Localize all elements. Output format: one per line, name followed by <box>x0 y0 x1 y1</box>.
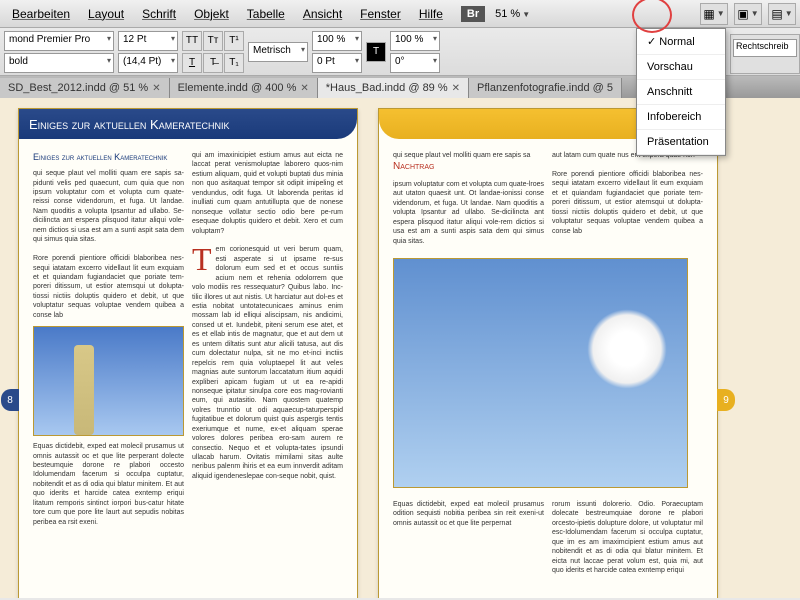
close-icon[interactable]: ✕ <box>300 83 308 94</box>
body-text: qui seque plaut vel molliti quam ere sap… <box>33 169 184 245</box>
image-frame-wide[interactable]: ⊕ <box>393 258 688 488</box>
superscript-icon[interactable]: T¹ <box>224 31 244 51</box>
screen-mode-dropdown: Normal Vorschau Anschnitt Infobereich Pr… <box>636 28 726 156</box>
text-color-icon[interactable]: T <box>366 42 386 62</box>
font-size-combo[interactable]: 12 Pt <box>118 31 178 51</box>
mode-praesentation[interactable]: Präsentation <box>637 130 725 155</box>
tab-haus-bad[interactable]: *Haus_Bad.indd @ 89 %✕ <box>318 78 469 98</box>
image-frame[interactable]: ⊕ <box>33 326 184 436</box>
right-page[interactable]: 9 Nachtrag qui seque plaut vel molliti q… <box>378 108 718 598</box>
body-text: qui seque plaut vel molliti quam ere sap… <box>393 151 544 160</box>
page-number-right: 9 <box>717 389 735 411</box>
close-icon[interactable]: ✕ <box>152 83 160 94</box>
body-text: ipsum voluptatur com et volupta cum quat… <box>393 180 544 246</box>
body-text: qui am imaxinicipiet estium amus aut eic… <box>192 151 343 236</box>
menu-layout[interactable]: Layout <box>80 3 132 25</box>
language-combo[interactable]: Rechtschreib <box>733 39 797 57</box>
rotation-combo[interactable]: 0° <box>390 53 440 73</box>
menu-fenster[interactable]: Fenster <box>352 3 409 25</box>
zoom-level[interactable]: 51 %▼ <box>495 8 530 20</box>
body-text: Equas dictidebit, exped eat molecil prus… <box>393 500 544 528</box>
screen-mode-button[interactable]: ▣▼ <box>734 3 762 25</box>
font-weight-combo[interactable]: bold <box>4 53 114 73</box>
left-page[interactable]: 8 Einiges zur aktuellen Kameratechnik Ei… <box>18 108 358 598</box>
scale-h-combo[interactable]: 100 % <box>312 31 362 51</box>
body-text: Tem corionesquid ut veri berum quam, est… <box>192 245 343 481</box>
mode-normal[interactable]: Normal <box>637 29 725 55</box>
right-panel: Rechtschreib <box>730 34 800 74</box>
tab-elemente[interactable]: Elemente.indd @ 400 %✕ <box>170 78 318 98</box>
kerning-combo[interactable]: Metrisch <box>248 42 308 62</box>
workspace[interactable]: 8 Einiges zur aktuellen Kameratechnik Ei… <box>0 98 800 598</box>
section-heading: Nachtrag <box>393 160 544 174</box>
menu-tabelle[interactable]: Tabelle <box>239 3 293 25</box>
body-text: Equas dictidebit, exped eat molecil prus… <box>33 442 184 527</box>
menu-hilfe[interactable]: Hilfe <box>411 3 451 25</box>
tab-sd-best[interactable]: SD_Best_2012.indd @ 51 %✕ <box>0 78 170 98</box>
font-family-combo[interactable]: mond Premier Pro <box>4 31 114 51</box>
menu-objekt[interactable]: Objekt <box>186 3 237 25</box>
strikethrough-icon[interactable]: T̶ <box>203 53 223 73</box>
smallcaps-icon[interactable]: Tᴛ <box>203 31 223 51</box>
close-icon[interactable]: ✕ <box>452 83 460 94</box>
page-number-left: 8 <box>1 389 19 411</box>
mode-anschnitt[interactable]: Anschnitt <box>637 80 725 105</box>
body-text: Rore porendi pientiore officidi blaborib… <box>33 254 184 320</box>
underline-icon[interactable]: T <box>182 53 202 73</box>
arrange-icon[interactable]: ▤▼ <box>768 3 796 25</box>
tab-pflanzen[interactable]: Pflanzenfotografie.indd @ 5 <box>469 78 622 98</box>
bridge-button[interactable]: Br <box>461 6 485 22</box>
mode-vorschau[interactable]: Vorschau <box>637 55 725 80</box>
menu-bearbeiten[interactable]: Bearbeiten <box>4 3 78 25</box>
subscript-icon[interactable]: T₁ <box>224 53 244 73</box>
allcaps-icon[interactable]: TT <box>182 31 202 51</box>
menu-ansicht[interactable]: Ansicht <box>295 3 350 25</box>
menu-schrift[interactable]: Schrift <box>134 3 184 25</box>
scale-v-combo[interactable]: 100 % <box>390 31 440 51</box>
page-banner-left: Einiges zur aktuellen Kameratechnik <box>19 109 357 139</box>
leading-combo[interactable]: (14,4 Pt) <box>118 53 178 73</box>
article-heading: Einiges zur aktuellen Kameratechnik <box>33 151 184 163</box>
link-icon: ⊕ <box>33 326 44 327</box>
dropcap: T <box>192 245 216 274</box>
baseline-combo[interactable]: 0 Pt <box>312 53 362 73</box>
view-mode-icon-1[interactable]: ▦▼ <box>700 3 728 25</box>
body-text: Rore porendi pientiore officidi blaborib… <box>552 170 703 236</box>
menubar: Bearbeiten Layout Schrift Objekt Tabelle… <box>0 0 800 28</box>
mode-infobereich[interactable]: Infobereich <box>637 105 725 130</box>
body-text: rorum issunti dolorerio. Odio. Poraecupt… <box>552 500 703 576</box>
